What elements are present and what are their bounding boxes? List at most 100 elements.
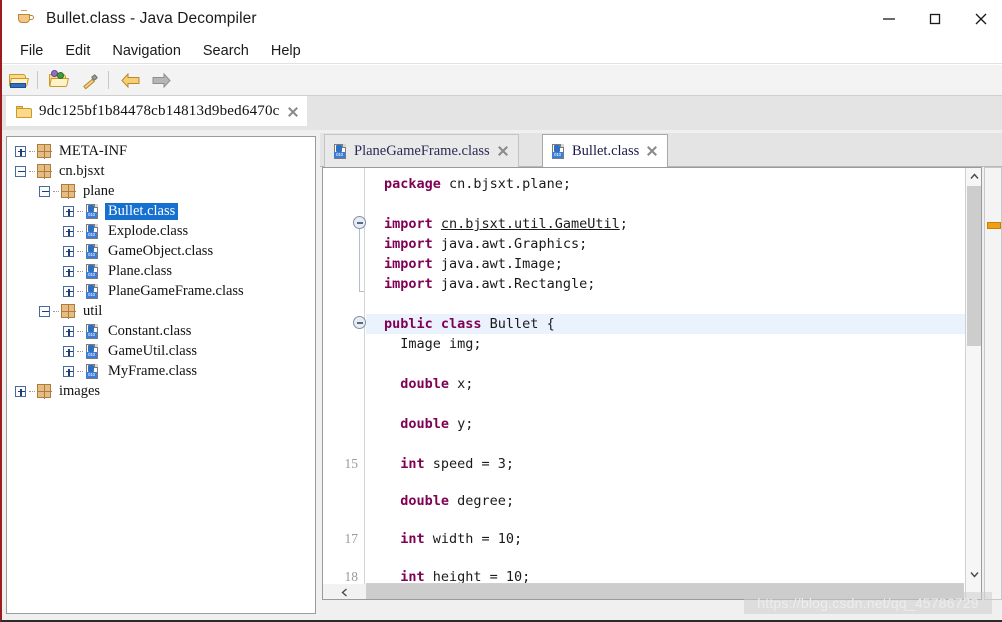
- open-type-folder-icon: [49, 70, 69, 87]
- source-tab[interactable]: 9dc125bf1b84478cb14813d9bed6470c: [6, 96, 307, 126]
- expand-icon[interactable]: [63, 245, 74, 257]
- code-line: import cn.bjsxt.util.GameUtil;: [384, 214, 628, 234]
- tree-node[interactable]: 010 PlaneGameFrame.class: [7, 281, 315, 301]
- expand-icon[interactable]: [63, 365, 74, 377]
- package-tree-panel[interactable]: META-INF cn.bjsxt plane 010 Bullet.class 010 E…: [6, 136, 316, 614]
- menu-search[interactable]: Search: [193, 41, 259, 61]
- tree-connector: [53, 310, 59, 312]
- forward-button[interactable]: [147, 67, 175, 93]
- tree-node[interactable]: META-INF: [7, 141, 315, 161]
- editor-gutter[interactable]: 15 17 18: [323, 168, 366, 599]
- code-text: java.awt.Image;: [440, 256, 563, 272]
- fold-collapse-icon[interactable]: [353, 216, 366, 229]
- code-editor[interactable]: 15 17 18 package cn.bjsxt.plane; import cn.…: [322, 167, 982, 600]
- collapse-icon[interactable]: [39, 185, 50, 197]
- tree-connector: [29, 150, 35, 152]
- source-tab-label: 9dc125bf1b84478cb14813d9bed6470c: [39, 103, 280, 119]
- menu-file[interactable]: File: [10, 41, 53, 61]
- tree-node-label: cn.bjsxt: [59, 162, 105, 179]
- fold-collapse-icon[interactable]: [353, 316, 366, 329]
- class-file-icon: 010: [85, 263, 100, 279]
- scroll-left-button[interactable]: [323, 584, 366, 599]
- source-tab-close-icon[interactable]: [287, 106, 299, 118]
- maximize-icon[interactable]: [912, 0, 958, 38]
- tree-connector: [29, 170, 35, 172]
- code-keyword: public class: [384, 316, 490, 332]
- tree-connector: [77, 210, 83, 212]
- tree-connector: [29, 390, 35, 392]
- java-decompiler-window: Bullet.class - Java Decompiler File Edit…: [0, 0, 1002, 622]
- editor-tab-active[interactable]: 010 Bullet.class: [542, 134, 669, 167]
- editor-horizontal-scrollbar[interactable]: [323, 583, 964, 599]
- editor-tab-close-icon[interactable]: [497, 145, 509, 157]
- scroll-up-button[interactable]: [966, 168, 981, 185]
- tree-node[interactable]: plane: [7, 181, 315, 201]
- code-hyperlink[interactable]: cn.bjsxt.util.GameUtil: [441, 216, 620, 232]
- code-line: import java.awt.Rectangle;: [384, 274, 595, 294]
- tree-node[interactable]: 010 Plane.class: [7, 261, 315, 281]
- tree-connector: [53, 190, 59, 192]
- package-icon: [61, 184, 76, 199]
- back-button[interactable]: [116, 67, 144, 93]
- tree-node-label: images: [59, 382, 101, 399]
- overview-ruler[interactable]: [984, 167, 1002, 600]
- collapse-icon[interactable]: [39, 305, 50, 317]
- code-line: public class Bullet {: [384, 314, 555, 334]
- tree-node[interactable]: 010 Constant.class: [7, 321, 315, 341]
- expand-icon[interactable]: [63, 205, 74, 217]
- expand-icon[interactable]: [63, 265, 74, 277]
- editor-tab[interactable]: 010 PlaneGameFrame.class: [324, 134, 519, 167]
- editor-vertical-scrollbar[interactable]: [965, 168, 981, 599]
- menu-help[interactable]: Help: [261, 41, 311, 61]
- package-tree: META-INF cn.bjsxt plane 010 Bullet.class 010 E…: [7, 141, 315, 401]
- tree-node[interactable]: util: [7, 301, 315, 321]
- scroll-thumb[interactable]: [967, 186, 981, 346]
- expand-icon[interactable]: [15, 145, 26, 157]
- expand-icon[interactable]: [63, 225, 74, 237]
- menu-navigation[interactable]: Navigation: [102, 41, 191, 61]
- tree-node-label: Bullet.class: [105, 202, 179, 220]
- code-line: package cn.bjsxt.plane;: [384, 174, 571, 194]
- toolbar-separator-2: [108, 71, 109, 89]
- expand-icon[interactable]: [63, 345, 74, 357]
- tree-node[interactable]: images: [7, 381, 315, 401]
- class-file-icon: 010: [85, 363, 100, 379]
- tree-node-label: util: [83, 302, 103, 319]
- class-file-icon: 010: [85, 323, 100, 339]
- tree-node[interactable]: 010 Explode.class: [7, 221, 315, 241]
- search-button[interactable]: [76, 67, 104, 93]
- tree-node-selected[interactable]: 010 Bullet.class: [7, 201, 315, 221]
- open-type-button[interactable]: [45, 67, 73, 93]
- close-icon[interactable]: [958, 0, 1002, 38]
- class-file-icon: 010: [333, 143, 348, 159]
- ruler-marker[interactable]: [987, 222, 1001, 229]
- expand-icon[interactable]: [63, 325, 74, 337]
- source-code: package cn.bjsxt.plane; import cn.bjsxt.u…: [366, 168, 981, 599]
- code-keyword: package: [384, 176, 450, 192]
- tree-node[interactable]: 010 GameUtil.class: [7, 341, 315, 361]
- menu-edit[interactable]: Edit: [55, 41, 100, 61]
- line-number: 18: [344, 569, 359, 584]
- editor-tab-close-icon[interactable]: [646, 145, 658, 157]
- expand-icon[interactable]: [15, 385, 26, 397]
- code-line: int speed = 3;: [384, 454, 514, 474]
- tree-node-label: Explode.class: [108, 222, 189, 239]
- main-split: META-INF cn.bjsxt plane 010 Bullet.class 010 E…: [2, 130, 1002, 620]
- code-keyword: int: [400, 531, 433, 547]
- folder-icon: [16, 105, 32, 118]
- scroll-down-button[interactable]: [966, 566, 981, 583]
- code-text: Bullet {: [489, 316, 555, 332]
- tree-node[interactable]: 010 MyFrame.class: [7, 361, 315, 381]
- tree-node[interactable]: 010 GameObject.class: [7, 241, 315, 261]
- code-keyword: import: [384, 276, 441, 292]
- code-line: import java.awt.Image;: [384, 254, 563, 274]
- minimize-icon[interactable]: [866, 0, 912, 38]
- package-icon: [37, 144, 52, 159]
- editor-tab-label: PlaneGameFrame.class: [354, 142, 490, 159]
- code-text: speed = 3;: [432, 456, 515, 472]
- expand-icon[interactable]: [63, 285, 74, 297]
- open-file-button[interactable]: [5, 67, 33, 93]
- tree-node[interactable]: cn.bjsxt: [7, 161, 315, 181]
- collapse-icon[interactable]: [15, 165, 26, 177]
- package-icon: [37, 384, 52, 399]
